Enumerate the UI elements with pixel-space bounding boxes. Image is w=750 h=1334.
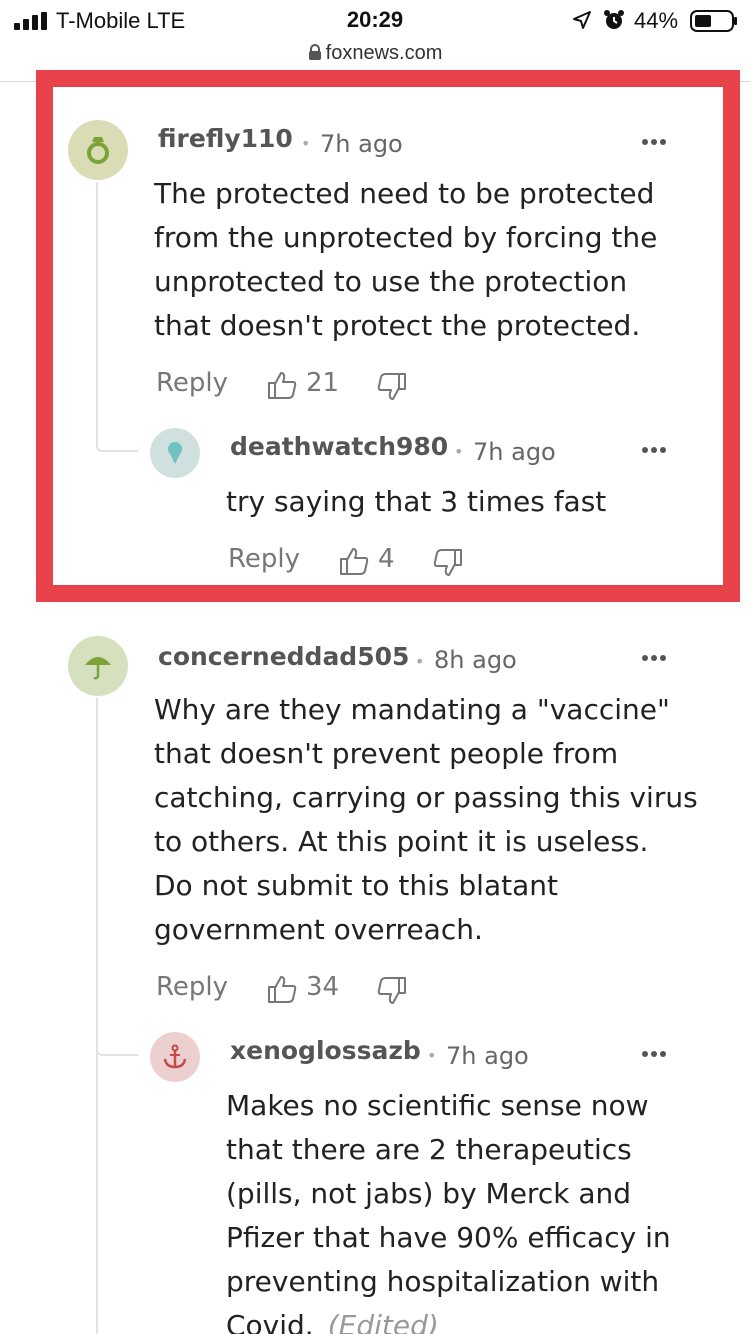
alarm-clock-icon — [604, 10, 624, 29]
comment-username[interactable]: concerneddad505 — [158, 642, 409, 671]
more-options-icon[interactable] — [641, 654, 667, 662]
thumbs-down-icon[interactable] — [376, 976, 408, 1006]
anchor-icon — [163, 1044, 187, 1069]
reply-timestamp: 7h ago — [446, 1042, 529, 1070]
like-count: 34 — [306, 972, 340, 1002]
lock-icon — [308, 44, 321, 60]
reply-button[interactable]: Reply — [156, 972, 228, 1002]
thumbs-up-icon[interactable] — [266, 974, 298, 1004]
reply-text: Makes no scientific sense now that there… — [226, 1084, 726, 1334]
umbrella-icon — [85, 657, 111, 680]
separator-dot: • — [427, 1046, 437, 1065]
highlight-frame — [36, 70, 740, 602]
edited-label: (Edited) — [327, 1309, 439, 1334]
separator-dot: • — [415, 652, 425, 671]
url-text: foxnews.com — [325, 42, 443, 64]
more-options-icon[interactable] — [641, 1050, 667, 1058]
avatar[interactable] — [150, 1032, 200, 1082]
thread-connector — [96, 1034, 138, 1056]
location-arrow-icon — [573, 11, 591, 29]
url-bar[interactable]: foxnews.com — [0, 42, 750, 65]
comment-text: Why are they mandating a "vaccine" that … — [154, 693, 698, 946]
reply-username[interactable]: xenoglossazb — [230, 1036, 421, 1065]
battery-icon — [690, 10, 737, 32]
battery-percentage: 44% — [634, 8, 679, 33]
reply-text-content: Makes no scientific sense now that there… — [226, 1089, 671, 1334]
comment-timestamp: 8h ago — [434, 646, 517, 674]
thread-line — [96, 698, 98, 1334]
avatar[interactable] — [68, 636, 128, 696]
